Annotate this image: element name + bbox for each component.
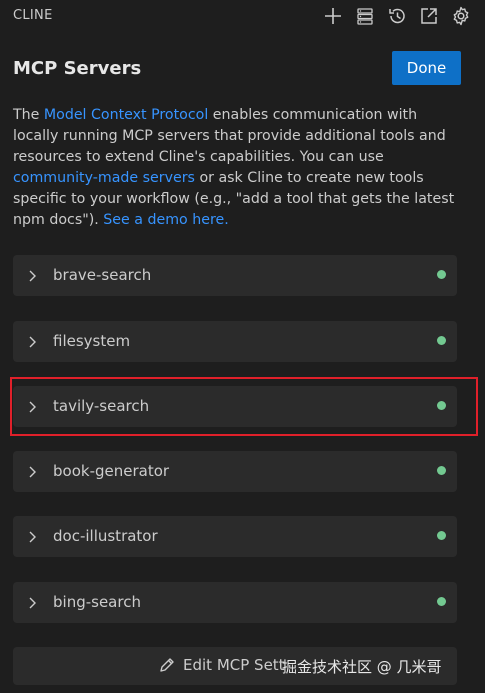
community-servers-link[interactable]: community-made servers xyxy=(13,170,195,186)
app-title: CLINE xyxy=(13,8,53,23)
server-item-tavily-search[interactable]: tavily-search xyxy=(13,386,457,427)
server-name: brave-search xyxy=(53,266,152,284)
pencil-icon xyxy=(158,656,176,674)
server-item-brave-search[interactable]: brave-search xyxy=(13,255,457,296)
server-name: tavily-search xyxy=(53,397,150,415)
server-name: book-generator xyxy=(53,462,170,480)
popout-icon[interactable] xyxy=(418,5,440,27)
gear-icon[interactable] xyxy=(450,5,472,27)
status-indicator xyxy=(437,466,446,475)
chevron-right-icon xyxy=(27,464,39,478)
mcp-servers-panel: CLINE MCP Servers Done The Model Context… xyxy=(0,0,485,693)
status-indicator xyxy=(437,531,446,540)
description-part: The xyxy=(13,107,44,123)
chevron-right-icon xyxy=(27,334,39,348)
watermark: 掘金技术社区 @ 几米哥 xyxy=(282,658,442,676)
chevron-right-icon xyxy=(27,595,39,609)
server-item-doc-illustrator[interactable]: doc-illustrator xyxy=(13,516,457,557)
status-indicator xyxy=(437,270,446,279)
status-indicator xyxy=(437,597,446,606)
description-text: The Model Context Protocol enables commu… xyxy=(13,105,465,231)
demo-link[interactable]: See a demo here. xyxy=(103,212,228,228)
chevron-right-icon xyxy=(27,268,39,282)
status-indicator xyxy=(437,401,446,410)
top-bar: CLINE xyxy=(0,0,485,34)
status-indicator xyxy=(437,336,446,345)
history-icon[interactable] xyxy=(386,5,408,27)
server-name: doc-illustrator xyxy=(53,527,158,545)
panel-header: MCP Servers Done xyxy=(13,51,461,85)
plus-icon[interactable] xyxy=(322,5,344,27)
chevron-right-icon xyxy=(27,529,39,543)
server-item-bing-search[interactable]: bing-search xyxy=(13,582,457,623)
server-name: filesystem xyxy=(53,332,131,350)
model-context-protocol-link[interactable]: Model Context Protocol xyxy=(44,107,208,123)
edit-settings-label: Edit MCP Sett xyxy=(183,656,285,674)
chevron-right-icon xyxy=(27,399,39,413)
server-icon[interactable] xyxy=(354,5,376,27)
server-name: bing-search xyxy=(53,593,141,611)
toolbar-icons xyxy=(322,5,472,27)
done-button[interactable]: Done xyxy=(392,51,461,85)
server-item-book-generator[interactable]: book-generator xyxy=(13,451,457,492)
server-item-filesystem[interactable]: filesystem xyxy=(13,321,457,362)
page-title: MCP Servers xyxy=(13,58,142,79)
